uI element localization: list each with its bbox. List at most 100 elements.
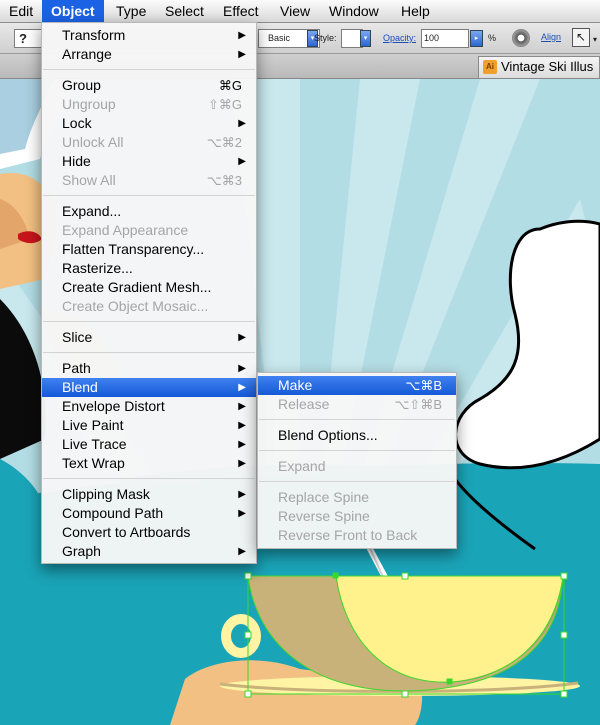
opacity-value: 100 [424, 33, 440, 43]
menu-help[interactable]: Help [392, 0, 437, 22]
submenu-arrow-icon: ▶ [238, 508, 246, 519]
question-icon: ? [19, 31, 27, 46]
blend-menu-item-make[interactable]: Make ⌥⌘B [258, 376, 456, 395]
opacity-dropdown-button[interactable]: ▸ [470, 30, 483, 47]
menu-select[interactable]: Select [156, 0, 212, 22]
object-menu-item-expand-appearance: Expand Appearance [42, 221, 256, 240]
blend-menu-item-blend-options[interactable]: Blend Options... [258, 426, 456, 445]
menu-view[interactable]: View [271, 0, 319, 22]
object-menu-item-label: Graph [62, 543, 101, 559]
object-menu-item-create-object-mosaic: Create Object Mosaic... [42, 297, 256, 316]
object-menu-item-label: Transform [62, 27, 126, 43]
document-tab-title: Vintage Ski Illus [501, 59, 594, 74]
menu-window[interactable]: Window [320, 0, 390, 22]
align-link[interactable]: Align [541, 32, 561, 42]
blend-menu-item-expand: Expand [258, 457, 456, 476]
submenu-arrow-icon: ▶ [238, 156, 246, 167]
object-menu-item-label: Create Gradient Mesh... [62, 279, 212, 295]
object-menu-item-label: Path [62, 360, 91, 376]
help-dropdown[interactable]: ? [14, 29, 44, 48]
object-menu-item-label: Envelope Distort [62, 398, 165, 414]
submenu-arrow-icon: ▶ [238, 439, 246, 450]
document-tab[interactable]: Ai Vintage Ski Illus [478, 56, 600, 78]
object-menu-item-live-paint[interactable]: Live Paint ▶ [42, 416, 256, 435]
object-menu-separator [43, 478, 255, 479]
blend-menu-item-reverse-spine: Reverse Spine [258, 507, 456, 526]
blend-menu-item-label: Expand [278, 458, 326, 474]
object-menu-item-label: Convert to Artboards [62, 524, 191, 540]
object-menu-item-transform[interactable]: Transform ▶ [42, 26, 256, 45]
object-menu-item-label: Group [62, 77, 101, 93]
object-menu-item-label: Lock [62, 115, 92, 131]
submenu-arrow-icon: ▶ [238, 363, 246, 374]
object-menu-item-text-wrap[interactable]: Text Wrap ▶ [42, 454, 256, 473]
object-menu-item-lock[interactable]: Lock ▶ [42, 114, 256, 133]
blend-menu-item-reverse-front-to-back: Reverse Front to Back [258, 526, 456, 545]
object-menu-separator [43, 69, 255, 70]
recolor-artwork-icon[interactable] [512, 29, 530, 47]
object-menu-item-label: Compound Path [62, 505, 164, 521]
object-menu-item-label: Clipping Mask [62, 486, 150, 502]
style-label: Style: [314, 33, 337, 43]
submenu-arrow-icon: ▶ [238, 546, 246, 557]
keyboard-shortcut: ⌥⇧⌘B [394, 397, 442, 412]
menu-effect[interactable]: Effect [214, 0, 270, 22]
blend-submenu: Make ⌥⌘B Release ⌥⇧⌘B Blend Options... Expand… [257, 372, 457, 549]
object-menu-item-arrange[interactable]: Arrange ▶ [42, 45, 256, 64]
blend-menu-item-label: Make [278, 377, 313, 393]
submenu-arrow-icon: ▶ [238, 30, 246, 41]
object-menu-item-convert-to-artboards[interactable]: Convert to Artboards [42, 523, 256, 542]
percent-sign: % [488, 33, 497, 43]
blend-menu-item-label: Replace Spine [278, 489, 370, 505]
illustrator-file-icon: Ai [483, 60, 497, 74]
object-menu-item-create-gradient-mesh[interactable]: Create Gradient Mesh... [42, 278, 256, 297]
object-menu-item-compound-path[interactable]: Compound Path ▶ [42, 504, 256, 523]
object-menu-item-expand[interactable]: Expand... [42, 202, 256, 221]
submenu-arrow-icon: ▶ [238, 49, 246, 60]
object-menu: Transform ▶ Arrange ▶ Group ⌘G Ungroup ⇧⌘G Lock ▶… [41, 22, 257, 564]
object-menu-item-label: Flatten Transparency... [62, 241, 205, 257]
menu-bar: Edit Object Type Select Effect View Window Help [0, 0, 600, 23]
object-menu-item-envelope-distort[interactable]: Envelope Distort ▶ [42, 397, 256, 416]
menu-object[interactable]: Object [42, 0, 104, 22]
blend-menu-item-release: Release ⌥⇧⌘B [258, 395, 456, 414]
object-menu-item-graph[interactable]: Graph ▶ [42, 542, 256, 561]
object-menu-item-label: Unlock All [62, 134, 124, 150]
object-menu-item-label: Show All [62, 172, 116, 188]
transform-icon[interactable]: ↖ [572, 28, 590, 47]
object-menu-item-live-trace[interactable]: Live Trace ▶ [42, 435, 256, 454]
object-menu-item-label: Blend [62, 379, 98, 395]
menu-edit[interactable]: Edit [0, 0, 42, 22]
object-menu-item-group[interactable]: Group ⌘G [42, 76, 256, 95]
keyboard-shortcut: ⌥⌘3 [206, 173, 242, 188]
submenu-arrow-icon: ▶ [238, 332, 246, 343]
object-menu-item-slice[interactable]: Slice ▶ [42, 328, 256, 347]
object-menu-separator [43, 321, 255, 322]
blend-menu-item-replace-spine: Replace Spine [258, 488, 456, 507]
submenu-arrow-icon: ▶ [238, 382, 246, 393]
object-menu-item-clipping-mask[interactable]: Clipping Mask ▶ [42, 485, 256, 504]
more-options-icon[interactable]: ▾ [593, 35, 597, 44]
object-menu-separator [43, 195, 255, 196]
opacity-input[interactable]: 100 [421, 29, 469, 48]
blend-menu-separator [259, 450, 455, 451]
object-menu-item-label: Rasterize... [62, 260, 133, 276]
object-menu-item-flatten-transparency[interactable]: Flatten Transparency... [42, 240, 256, 259]
object-menu-item-label: Slice [62, 329, 93, 345]
blend-menu-separator [259, 481, 455, 482]
opacity-link[interactable]: Opacity: [383, 33, 416, 43]
object-menu-item-label: Arrange [62, 46, 112, 62]
object-menu-separator [43, 352, 255, 353]
style-dropdown-button[interactable]: ▾ [360, 30, 371, 47]
object-menu-item-rasterize[interactable]: Rasterize... [42, 259, 256, 278]
keyboard-shortcut: ⌥⌘B [405, 378, 442, 393]
object-menu-item-blend[interactable]: Blend ▶ [42, 378, 256, 397]
object-menu-item-label: Expand Appearance [62, 222, 189, 238]
blend-menu-item-label: Reverse Front to Back [278, 527, 418, 543]
object-menu-item-label: Hide [62, 153, 91, 169]
menu-type[interactable]: Type [107, 0, 155, 22]
object-menu-item-hide[interactable]: Hide ▶ [42, 152, 256, 171]
object-menu-item-label: Ungroup [62, 96, 116, 112]
object-menu-item-path[interactable]: Path ▶ [42, 359, 256, 378]
blend-menu-separator [259, 419, 455, 420]
